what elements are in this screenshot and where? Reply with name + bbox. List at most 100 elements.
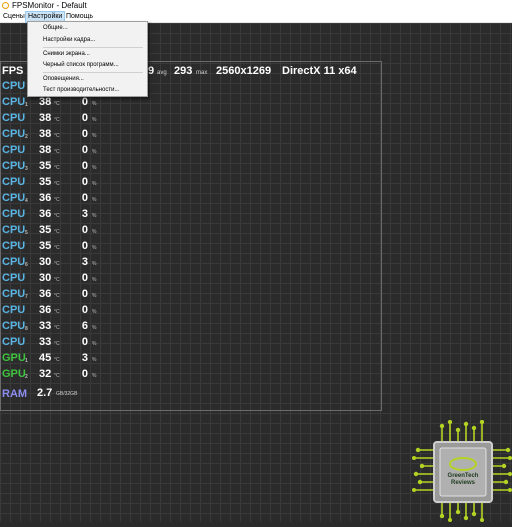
temperature-value: 36 (39, 192, 52, 204)
menu-item-general[interactable]: Общие... (43, 24, 68, 33)
fps-max-value: 293 (174, 65, 193, 77)
load-value: 0 (81, 192, 88, 204)
sensor-row: CPU 36 °C 0% (0, 302, 120, 318)
load-value: 3 (81, 208, 88, 220)
sensor-label: CPU (2, 176, 26, 188)
fps-avg-label: avg (157, 70, 167, 76)
ram-row: RAM 2.7 GB/32GB (2, 386, 77, 400)
load-value: 3 (81, 352, 88, 364)
greentech-logo: GreenTech Reviews (412, 419, 512, 522)
load-value: 0 (81, 368, 88, 380)
temperature-value: 33 (39, 320, 52, 332)
window-title: FPSMonitor - Default (12, 1, 87, 10)
sensor-label: CPU (2, 192, 26, 204)
sensor-row: CPU 3 35 °C 0% (0, 158, 120, 174)
fps-avg-value: 9 (148, 65, 155, 77)
sensor-row: CPU 38 °C 0% (0, 110, 120, 126)
sensor-label: CPU (2, 320, 26, 332)
app-icon (2, 2, 9, 9)
load-value: 3 (81, 256, 88, 268)
graphics-api: DirectX 11 x64 (282, 65, 357, 77)
menu-item-frame-settings[interactable]: Настройки кадра... (43, 36, 95, 45)
temperature-value: 30 (39, 272, 52, 284)
load-value: 0 (81, 304, 88, 316)
load-value: 0 (81, 128, 88, 140)
sensor-label: CPU (2, 208, 26, 220)
sensor-row: CPU 33 °C 0% (0, 334, 120, 350)
sensor-label: CPU (2, 272, 26, 284)
menu-item-alerts[interactable]: Оповещения... (43, 75, 84, 84)
sensor-row: CPU 35 °C 0% (0, 238, 120, 254)
sensor-row: CPU 2 38 °C 0% (0, 126, 120, 142)
sensor-row: CPU 36 °C 3% (0, 206, 120, 222)
temperature-value: 35 (39, 224, 52, 236)
sensor-row: CPU 8 33 °C 6% (0, 318, 120, 334)
fps-max-label: max (196, 70, 208, 76)
menu-scenes[interactable]: Сцены (1, 12, 27, 22)
sensor-row: GPU 2 32 °C 0% (0, 366, 120, 382)
load-value: 0 (81, 224, 88, 236)
temperature-value: 36 (39, 288, 52, 300)
sensor-label: GPU (2, 368, 26, 380)
temperature-value: 38 (39, 144, 52, 156)
load-value: 0 (81, 176, 88, 188)
sensor-label: CPU (2, 224, 26, 236)
temperature-unit: °C (54, 373, 60, 379)
sensor-row: CPU 6 30 °C 3% (0, 254, 120, 270)
sensor-row: CPU 7 36 °C 0% (0, 286, 120, 302)
logo-line2: Reviews (451, 480, 476, 486)
temperature-value: 35 (39, 176, 52, 188)
temperature-value: 36 (39, 208, 52, 220)
logo-line1: GreenTech (448, 473, 479, 479)
sensor-label: CPU (2, 160, 26, 172)
sensor-row: CPU 5 35 °C 0% (0, 222, 120, 238)
sensor-row: CPU 4 36 °C 0% (0, 190, 120, 206)
sensor-label: GPU (2, 352, 26, 364)
temperature-value: 30 (39, 256, 52, 268)
temperature-value: 33 (39, 336, 52, 348)
sensor-row: GPU 1 45 °C 3% (0, 350, 120, 366)
title-bar: FPSMonitor - Default (0, 0, 512, 12)
load-value: 0 (81, 112, 88, 124)
ram-label: RAM (2, 388, 28, 400)
menu-separator (43, 72, 143, 73)
menu-separator (43, 47, 143, 48)
sensor-label: CPU (2, 112, 26, 124)
menu-item-screenshots[interactable]: Снимки экрана... (43, 50, 90, 59)
sensor-label: CPU (2, 96, 26, 108)
temperature-value: 35 (39, 160, 52, 172)
ram-unit: GB/32GB (56, 391, 78, 397)
ram-value: 2.7 (37, 387, 53, 399)
resolution: 2560x1269 (216, 65, 272, 77)
sensor-row: CPU 35 °C 0% (0, 174, 120, 190)
load-value: 0 (81, 336, 88, 348)
settings-dropdown-menu: Общие... Настройки кадра... Снимки экран… (27, 21, 148, 97)
load-value: 0 (81, 272, 88, 284)
sensor-label: CPU (2, 144, 26, 156)
temperature-value: 38 (39, 112, 52, 124)
sensor-row: CPU 38 °C 0% (0, 142, 120, 158)
temperature-value: 32 (39, 368, 52, 380)
sensor-label: CPU (2, 304, 26, 316)
chip-logo-icon: GreenTech Reviews (412, 419, 512, 522)
temperature-value: 45 (39, 352, 52, 364)
temperature-value: 36 (39, 304, 52, 316)
sensor-row: CPU 30 °C 0% (0, 270, 120, 286)
sensor-label: CPU (2, 288, 26, 300)
menu-item-blacklist[interactable]: Черный список программ... (43, 61, 119, 70)
temperature-value: 35 (39, 240, 52, 252)
load-value: 6 (81, 320, 88, 332)
load-value: 0 (81, 144, 88, 156)
load-value: 0 (81, 288, 88, 300)
fps-label: FPS (2, 65, 24, 77)
load-value: 0 (81, 160, 88, 172)
sensor-label: CPU (2, 240, 26, 252)
sensor-label: CPU (2, 128, 26, 140)
sensor-index: 2 (25, 374, 28, 380)
sensor-label: CPU (2, 80, 26, 92)
load-unit: % (92, 373, 97, 379)
sensor-label: CPU (2, 336, 26, 348)
load-value: 0 (81, 240, 88, 252)
sensor-label: CPU (2, 256, 26, 268)
menu-item-benchmark[interactable]: Тест производительности... (43, 86, 119, 95)
